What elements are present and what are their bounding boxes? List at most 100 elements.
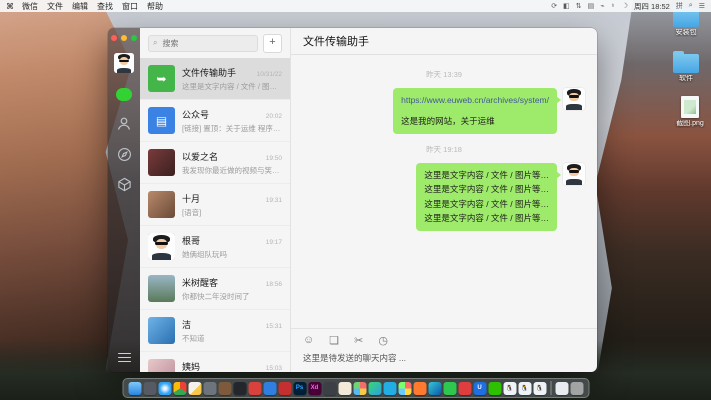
updown-icon[interactable]: ⇅ [576,2,582,10]
dock-app-app-orange[interactable] [413,382,426,395]
desktop-icon[interactable]: 安装包 [660,8,711,37]
cartoon-face-avatar [563,88,585,110]
dock-app-toolbox[interactable] [218,382,231,395]
dock-app-app-dark[interactable] [143,382,156,395]
dock-app-app-mosaic[interactable] [353,382,366,395]
dock-app-camera[interactable] [203,382,216,395]
composer: ☺ ❏ ✂ ◷ 这里是待发送的聊天内容 ... [291,328,597,372]
sync-icon[interactable]: ⟳ [551,2,557,10]
dock-app-player-green[interactable] [443,382,456,395]
chat-preview: 不知道 [182,333,282,344]
user-avatar[interactable] [563,88,585,110]
notification-center-icon[interactable]: ☰ [699,2,705,10]
file-icon[interactable]: ❏ [329,334,339,347]
chat-preview: 她俩组队玩吗 [182,249,282,260]
desktop-icon[interactable]: 截图.png [664,96,711,128]
dock-app-app-red-circle[interactable] [458,382,471,395]
dock-app-safari[interactable] [158,382,171,395]
menu-item[interactable]: 窗口 [122,1,138,12]
apple-menu-icon[interactable]: ⌘ [6,2,14,11]
message-link[interactable]: https://www.euweb.cn/archives/system/ [401,93,549,107]
desktop-icon-label: 截图.png [664,120,711,128]
dock-app-finder[interactable] [128,382,141,395]
chat-time: 19:50 [266,155,282,162]
dock-app-netease-music[interactable] [278,382,291,395]
dock-app-app-green-blue[interactable] [368,382,381,395]
menu-item[interactable]: 查找 [97,1,113,12]
dock-app-downloads-stack[interactable] [555,382,568,395]
message-bubble[interactable]: 这里是文字内容 / 文件 / 图片等…这里是文字内容 / 文件 / 图片等…这里… [416,163,557,231]
display-icon[interactable]: ◧ [563,2,570,10]
nav-contacts[interactable] [116,116,132,132]
profile-avatar[interactable] [114,53,134,73]
wifi-icon[interactable]: ♁ [610,2,615,10]
dock-app-pinwheel[interactable] [398,382,411,395]
chat-avatar [148,317,175,344]
chat-time: 20:02 [266,113,282,120]
dock-app-chrome[interactable] [173,382,186,395]
chat-list-item[interactable]: 洁15:31不知道 [140,310,290,352]
dock-app-qq-2[interactable]: 🐧 [518,382,531,395]
message-bubble[interactable]: https://www.euweb.cn/archives/system/这是我… [393,88,557,134]
chat-avatar: ▤ [148,107,175,134]
message-row: https://www.euweb.cn/archives/system/这是我… [303,88,585,134]
compass-icon [117,147,132,162]
chat-list-item[interactable]: ➥文件传输助手10/31/22这里是文字内容 / 文件 / 图片等… [140,58,290,100]
chat-list-item[interactable]: 姨妈15:03好的 [140,352,290,372]
dock-app-sketch[interactable] [323,382,336,395]
battery-icon[interactable]: ⌁ [600,2,604,10]
cartoon-face-avatar [563,163,585,185]
menu-item[interactable]: 帮助 [147,1,163,12]
dock-app-trash[interactable] [570,382,583,395]
search-input[interactable] [160,38,253,49]
chat-list-item[interactable]: 根哥19:17她俩组队玩吗 [140,226,290,268]
dock-app-adobe-xd[interactable]: Xd [308,382,321,395]
dock-app-edge[interactable] [428,382,441,395]
chat-list-item[interactable]: 十月19:31[语音] [140,184,290,226]
more-menu-button[interactable] [118,353,131,363]
close-window-button[interactable] [111,35,117,41]
zoom-window-button[interactable] [131,35,137,41]
keyboard-icon[interactable]: ▤ [588,2,595,10]
dock-app-maps[interactable] [188,382,201,395]
menu-bar-clock[interactable]: 周四 18:52 [634,1,670,12]
menu-item[interactable]: 文件 [47,1,63,12]
cartoon-face-avatar [148,233,175,260]
chat-history-icon[interactable]: ◷ [378,334,388,347]
chat-name: 姨妈 [182,360,200,373]
bluetooth-icon[interactable]: ☽ [622,2,628,10]
emoji-icon[interactable]: ☺ [303,334,314,347]
dock-app-photoshop[interactable]: Ps [293,382,306,395]
message-row: 这里是文字内容 / 文件 / 图片等…这里是文字内容 / 文件 / 图片等…这里… [303,163,585,231]
menu-item[interactable]: 编辑 [72,1,88,12]
chat-list-item[interactable]: 米树醒客18:56你都快二年没时间了 [140,268,290,310]
screenshot-icon[interactable]: ✂ [354,334,363,347]
nav-mini-programs[interactable] [117,177,132,192]
search-box[interactable]: ⌕ [148,35,258,52]
dock-app-app-blue[interactable] [263,382,276,395]
chat-list-item[interactable]: ▤公众号20:02[链接] 置顶：关于运维 程序笔… [140,100,290,142]
dock-app-qq-3[interactable]: 🐧 [533,382,546,395]
menu-item[interactable]: 微信 [22,1,38,12]
input-method-icon[interactable]: 拼 [676,1,683,11]
nav-discover[interactable] [117,147,132,162]
add-chat-button[interactable]: + [263,34,282,53]
nav-chats[interactable] [116,88,132,101]
message-input[interactable]: 这里是待发送的聊天内容 ... [303,352,585,364]
chat-list-item[interactable]: 以爱之名19:50我发现你最近做的视频与笑… [140,142,290,184]
dock-app-app-u[interactable]: U [473,382,486,395]
message-list[interactable]: 昨天 13:39https://www.euweb.cn/archives/sy… [291,55,597,328]
chat-preview: [语音] [182,207,282,218]
user-avatar[interactable] [563,163,585,185]
chat-name: 十月 [182,192,200,205]
desktop-icon[interactable]: 软件 [660,54,711,83]
dock-app-bilibili[interactable] [383,382,396,395]
dock-app-qq-1[interactable]: 🐧 [503,382,516,395]
spotlight-icon[interactable]: ⌕ [689,2,693,10]
minimize-window-button[interactable] [121,35,127,41]
dock-app-terminal[interactable] [233,382,246,395]
dock-app-app-light[interactable] [338,382,351,395]
profile-avatar-face [114,53,134,73]
dock-app-wechat[interactable] [488,382,501,395]
dock-app-app-red[interactable] [248,382,261,395]
